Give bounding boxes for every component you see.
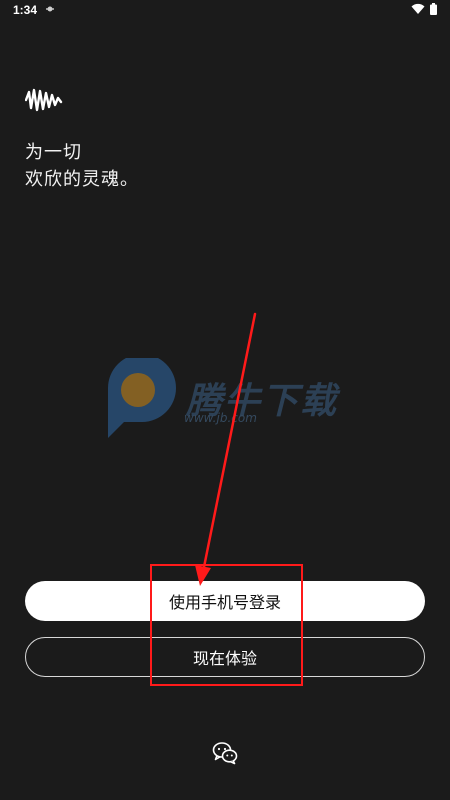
battery-icon (430, 3, 437, 15)
phone-login-label: 使用手机号登录 (168, 593, 281, 612)
soundwave-logo-icon (25, 88, 63, 112)
slogan: 为一切 欢欣的灵魂。 (25, 139, 139, 193)
wifi-icon (411, 3, 425, 15)
watermark-url: www.jb.com (184, 411, 257, 425)
notification-icon (46, 6, 54, 12)
phone-login-button[interactable]: 使用手机号登录 (25, 581, 425, 621)
status-bar: 1:34 (0, 0, 450, 22)
wechat-icon[interactable] (212, 741, 238, 765)
login-screen: 1:34 为一切 欢欣的灵魂。 腾牛下载 www.jb.com 使用手机号登录 … (0, 0, 450, 800)
watermark: 腾牛下载 www.jb.com (98, 358, 353, 443)
slogan-line-1: 为一切 (25, 142, 82, 163)
try-now-button[interactable]: 现在体验 (25, 637, 425, 677)
watermark-logo-icon (108, 358, 176, 438)
try-now-label: 现在体验 (192, 649, 257, 668)
slogan-line-2: 欢欣的灵魂。 (25, 169, 139, 190)
status-time: 1:34 (13, 3, 38, 17)
